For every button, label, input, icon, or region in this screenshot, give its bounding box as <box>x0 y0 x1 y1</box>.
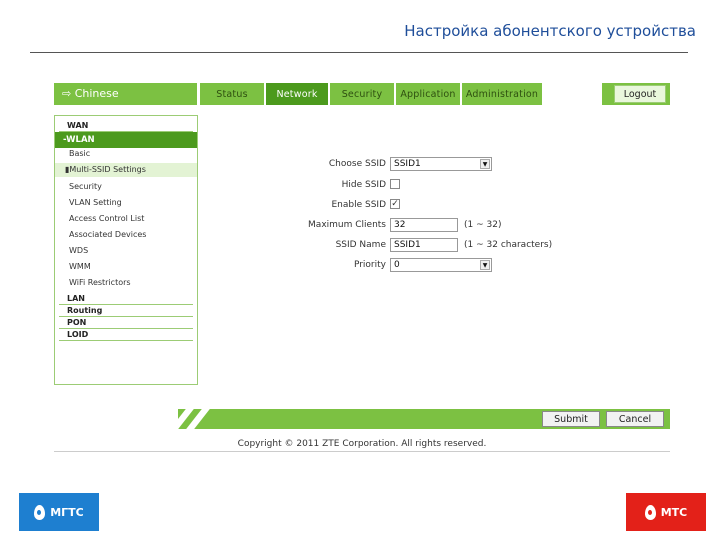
mts-logo-text: МТС <box>660 505 688 519</box>
choose-ssid-value: SSID1 <box>394 159 421 169</box>
router-admin-page: ⇨ Chinese Status Network Security Applic… <box>54 83 670 453</box>
sidebar-item-pon[interactable]: PON <box>59 317 193 329</box>
priority-row: Priority 0 ▼ <box>254 258 614 272</box>
ssid-name-input[interactable]: SSID1 <box>390 238 458 252</box>
sidebar-item-access-control-list[interactable]: Access Control List <box>55 213 197 225</box>
main-tabs: Status Network Security Application Admi… <box>200 83 544 105</box>
logout-area: Logout <box>602 83 670 105</box>
priority-label: Priority <box>353 260 386 270</box>
choose-ssid-label: Choose SSID <box>328 159 386 169</box>
sidebar-item-associated-devices[interactable]: Associated Devices <box>55 229 197 241</box>
sidebar-item-wan[interactable]: WAN <box>59 120 193 132</box>
sidebar-item-label: Multi-SSID Settings <box>69 165 146 174</box>
title-divider <box>30 52 688 53</box>
sidebar-item-wmm[interactable]: WMM <box>55 261 197 273</box>
choose-ssid-select[interactable]: SSID1 ▼ <box>390 157 492 171</box>
sidebar-item-lan[interactable]: LAN <box>59 293 193 305</box>
tab-administration[interactable]: Administration <box>462 83 542 105</box>
egg-icon <box>644 504 656 520</box>
maximum-clients-hint: (1 ~ 32) <box>464 220 502 230</box>
sidebar-item-multi-ssid[interactable]: ▮Multi-SSID Settings <box>55 163 197 177</box>
sidebar-item-wifi-restrictors[interactable]: WiFi Restrictors <box>55 277 197 289</box>
dropdown-arrow-icon: ▼ <box>480 159 490 169</box>
tab-network[interactable]: Network <box>266 83 328 105</box>
enable-ssid-row: Enable SSID ✓ <box>254 198 614 212</box>
submit-button[interactable]: Submit <box>542 411 600 427</box>
sidebar-item-wlan[interactable]: -WLAN <box>55 132 197 148</box>
maximum-clients-row: Maximum Clients 32 (1 ~ 32) <box>254 218 614 232</box>
dropdown-arrow-icon: ▼ <box>480 260 490 270</box>
hide-ssid-checkbox[interactable] <box>390 179 400 189</box>
sidebar-item-basic[interactable]: Basic <box>55 148 197 160</box>
sidebar-item-vlan-setting[interactable]: VLAN Setting <box>55 197 197 209</box>
hide-ssid-row: Hide SSID <box>254 178 614 192</box>
slide-title: Настройка абонентского устройства <box>404 22 696 40</box>
maximum-clients-label: Maximum Clients <box>308 220 386 230</box>
sidebar: WAN -WLAN Basic ▮Multi-SSID Settings Sec… <box>54 115 198 385</box>
language-switch[interactable]: ⇨ Chinese <box>54 83 198 105</box>
mgts-logo-text: МГТС <box>50 505 84 519</box>
tab-security[interactable]: Security <box>330 83 394 105</box>
copyright-text: Copyright © 2011 ZTE Corporation. All ri… <box>237 439 487 449</box>
sidebar-item-loid[interactable]: LOID <box>59 329 193 341</box>
language-label: Chinese <box>74 87 119 100</box>
cancel-button[interactable]: Cancel <box>606 411 664 427</box>
choose-ssid-row: Choose SSID SSID1 ▼ <box>254 157 614 171</box>
footer-divider <box>54 451 670 452</box>
priority-value: 0 <box>394 260 400 270</box>
egg-icon <box>34 504 46 520</box>
tab-status[interactable]: Status <box>200 83 264 105</box>
mgts-logo: МГТС <box>19 493 99 531</box>
sidebar-item-security[interactable]: Security <box>55 181 197 193</box>
maximum-clients-input[interactable]: 32 <box>390 218 458 232</box>
ssid-name-hint: (1 ~ 32 characters) <box>464 240 553 250</box>
hide-ssid-label: Hide SSID <box>341 180 386 190</box>
tab-application[interactable]: Application <box>396 83 460 105</box>
sidebar-item-routing[interactable]: Routing <box>59 305 193 317</box>
ssid-name-label: SSID Name <box>335 240 386 250</box>
enable-ssid-checkbox[interactable]: ✓ <box>390 199 400 209</box>
sidebar-item-wds[interactable]: WDS <box>55 245 197 257</box>
mts-logo: МТС <box>626 493 706 531</box>
language-arrow-icon: ⇨ <box>62 87 75 100</box>
logout-button[interactable]: Logout <box>614 85 666 103</box>
enable-ssid-label: Enable SSID <box>331 200 386 210</box>
action-bar: Submit Cancel <box>170 409 670 429</box>
top-navigation: ⇨ Chinese Status Network Security Applic… <box>54 83 670 105</box>
priority-select[interactable]: 0 ▼ <box>390 258 492 272</box>
ssid-name-row: SSID Name SSID1 (1 ~ 32 characters) <box>254 238 614 252</box>
